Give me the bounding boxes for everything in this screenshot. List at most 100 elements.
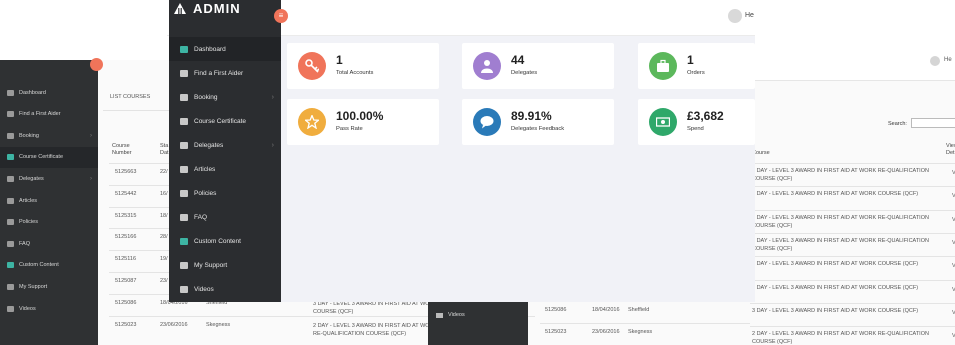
dashboard-icon (180, 45, 188, 53)
user-icon (180, 141, 188, 149)
briefcase-icon (180, 93, 188, 101)
sidebar-item-my-support[interactable]: My Support (0, 276, 98, 297)
star-icon (305, 115, 319, 129)
user-name[interactable]: He (944, 57, 952, 63)
stat-label: Total Accounts (336, 70, 374, 76)
course-name: 3 DAY - LEVEL 3 AWARD IN FIRST AID AT WO… (752, 284, 919, 291)
stat-card-orders[interactable]: 1 Orders (638, 43, 755, 89)
stat-card-delegates[interactable]: 44 Delegates (462, 43, 614, 89)
sidebar-item-label: Custom Content (19, 262, 59, 269)
sidebar-item-my-support[interactable]: My Support (169, 253, 281, 277)
table-row[interactable]: 5125086 18/04/2016 Sheffield (540, 301, 750, 323)
sidebar-icon (7, 89, 14, 96)
stat-value: £3,682 (687, 109, 724, 123)
stat-value: 100.00% (336, 109, 384, 123)
sidebar-item-label: Policies (19, 219, 38, 226)
stat-card-delegates-feedback[interactable]: 89.91% Delegates Feedback (462, 99, 614, 145)
course-name: 2 DAY - LEVEL 3 AWARD IN FIRST AID AT WO… (752, 214, 929, 229)
sidebar-item-booking[interactable]: Booking › (0, 125, 98, 146)
course-number: 5125023 (545, 329, 567, 335)
course-number: 5125315 (115, 212, 137, 219)
tag-icon (180, 261, 188, 269)
course-name: 2 DAY - LEVEL 3 AWARD IN FIRST AID AT WO… (752, 331, 929, 345)
sidebar-item-policies[interactable]: Policies (0, 212, 98, 233)
sidebar-item-custom-content[interactable]: Custom Content (169, 229, 281, 253)
course-date: 23/06/2016 (592, 329, 620, 335)
sidebar-item-booking[interactable]: Booking › (169, 85, 281, 109)
sidebar-item-delegates[interactable]: Delegates › (0, 168, 98, 189)
table-row[interactable]: 3 DAY - LEVEL 3 AWARD IN FIRST AID AT WO… (748, 279, 955, 303)
avatar[interactable] (728, 9, 742, 23)
menu-toggle-button[interactable]: ≡ (274, 9, 288, 23)
question-icon (180, 213, 188, 221)
table-row[interactable]: 3 DAY - LEVEL 3 AWARD IN FIRST AID AT WO… (748, 256, 955, 279)
chevron-right-icon: › (90, 132, 92, 139)
sidebar-item-videos[interactable]: Videos (169, 277, 281, 301)
key-circle (298, 52, 326, 80)
sidebar-icon (7, 219, 14, 226)
course-name: 3 DAY - LEVEL 3 AWARD IN FIRST AID AT WO… (313, 300, 438, 315)
stat-value: 1 (336, 53, 343, 67)
user-name[interactable]: He (745, 12, 754, 19)
sidebar-item-articles[interactable]: Articles (169, 157, 281, 181)
sidebar-item-dashboard[interactable]: Dashboard (0, 82, 98, 103)
sidebar-item-label: Custom Content (194, 237, 241, 245)
stat-card-spend[interactable]: £3,682 Spend (638, 99, 755, 145)
sidebar-icon (7, 305, 14, 312)
sidebar-item-policies[interactable]: Policies (169, 181, 281, 205)
sidebar-icon (7, 154, 14, 161)
table-row[interactable]: 2 DAY - LEVEL 3 AWARD IN FIRST AID AT WO… (748, 163, 955, 186)
sidebar-item-custom-content[interactable]: Custom Content (0, 255, 98, 276)
sidebar-item-find-a-first-aider[interactable]: Find a First Aider (0, 104, 98, 125)
course-date: 23/ (160, 278, 168, 284)
briefcase-circle (649, 52, 677, 80)
avatar[interactable] (930, 56, 940, 66)
sidebar-item-label: Dashboard (194, 45, 226, 53)
sidebar-item-label: Booking (19, 132, 39, 139)
sidebar-item-videos[interactable]: Videos (428, 305, 528, 325)
sidebar-item-delegates[interactable]: Delegates › (169, 133, 281, 157)
table-row[interactable]: 5125023 23/06/2016 Skegness (540, 323, 750, 345)
sidebar-item-videos[interactable]: Videos (0, 298, 98, 319)
sidebar-item-faq[interactable]: FAQ (169, 205, 281, 229)
course-date: 16/ (160, 190, 168, 197)
col-view-details: View Det (946, 143, 955, 156)
video-icon (436, 312, 443, 318)
stat-label: Delegates Feedback (511, 126, 565, 132)
back-left-menu-toggle[interactable] (90, 58, 103, 71)
brand-name: ADMIN (193, 1, 241, 16)
sidebar-item-label: Delegates (19, 175, 44, 182)
search-icon (180, 69, 188, 77)
table-row[interactable]: 2 DAY - LEVEL 3 AWARD IN FIRST AID AT WO… (748, 209, 955, 233)
course-date: 18/04/2016 (592, 307, 620, 313)
search-input[interactable] (911, 118, 955, 128)
course-date: 28/ (160, 234, 168, 241)
stat-value: 89.91% (511, 109, 552, 123)
sidebar-item-find-a-first-aider[interactable]: Find a First Aider (169, 61, 281, 85)
stat-card-pass-rate[interactable]: 100.00% Pass Rate (287, 99, 439, 145)
sidebar-item-label: Dashboard (19, 89, 46, 96)
stat-card-total-accounts[interactable]: 1 Total Accounts (287, 43, 439, 89)
table-row[interactable]: 3 DAY - LEVEL 3 AWARD IN FIRST AID AT WO… (748, 186, 955, 209)
megaphone-icon (180, 189, 188, 197)
sidebar-item-label: FAQ (194, 213, 208, 221)
money-circle (649, 108, 677, 136)
table-row[interactable]: 3 DAY - LEVEL 3 AWARD IN FIRST AID AT WO… (748, 302, 955, 326)
sidebar-item-label: My Support (19, 283, 48, 290)
sidebar-item-faq[interactable]: FAQ (0, 233, 98, 254)
sidebar-item-articles[interactable]: Articles (0, 190, 98, 211)
back-right-header (755, 40, 955, 80)
course-name: 3 DAY - LEVEL 3 AWARD IN FIRST AID AT WO… (752, 261, 919, 268)
search-label: Search: (888, 121, 907, 127)
sidebar-icon (7, 283, 14, 290)
sidebar-item-course-certificate[interactable]: Course Certificate (0, 146, 98, 168)
course-number: 5125023 (115, 321, 137, 328)
course-number: 5125087 (115, 278, 137, 284)
logo-icon (174, 3, 186, 14)
table-row[interactable]: 2 DAY - LEVEL 3 AWARD IN FIRST AID AT WO… (748, 232, 955, 256)
table-row[interactable]: 2 DAY - LEVEL 3 AWARD IN FIRST AID AT WO… (748, 326, 955, 345)
chevron-right-icon: › (90, 175, 92, 182)
sidebar-item-course-certificate[interactable]: Course Certificate (169, 109, 281, 133)
user-circle (473, 52, 501, 80)
sidebar-item-dashboard[interactable]: Dashboard (169, 37, 281, 61)
